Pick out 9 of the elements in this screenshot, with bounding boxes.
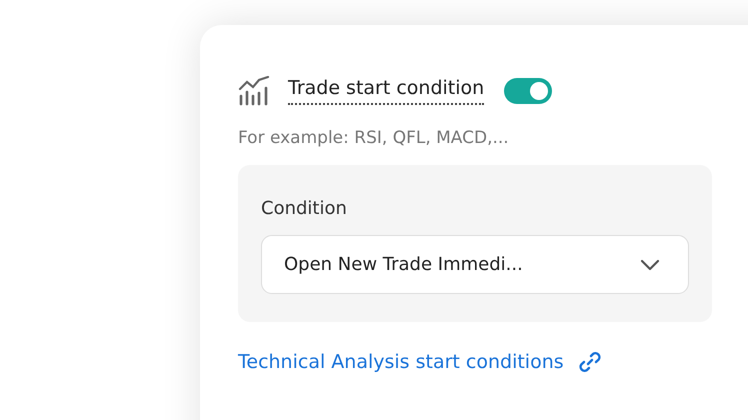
section-title: Trade start condition (288, 77, 484, 105)
chart-icon (238, 76, 270, 106)
chevron-down-icon (640, 258, 660, 270)
link-icon (578, 350, 602, 374)
condition-dropdown[interactable]: Open New Trade Immedi... (261, 235, 689, 294)
condition-label: Condition (261, 198, 348, 219)
start-conditions-link[interactable]: Technical Analysis start conditions (238, 351, 564, 373)
toggle-switch[interactable] (504, 78, 552, 104)
hint-text: For example: RSI, QFL, MACD,... (238, 128, 510, 148)
